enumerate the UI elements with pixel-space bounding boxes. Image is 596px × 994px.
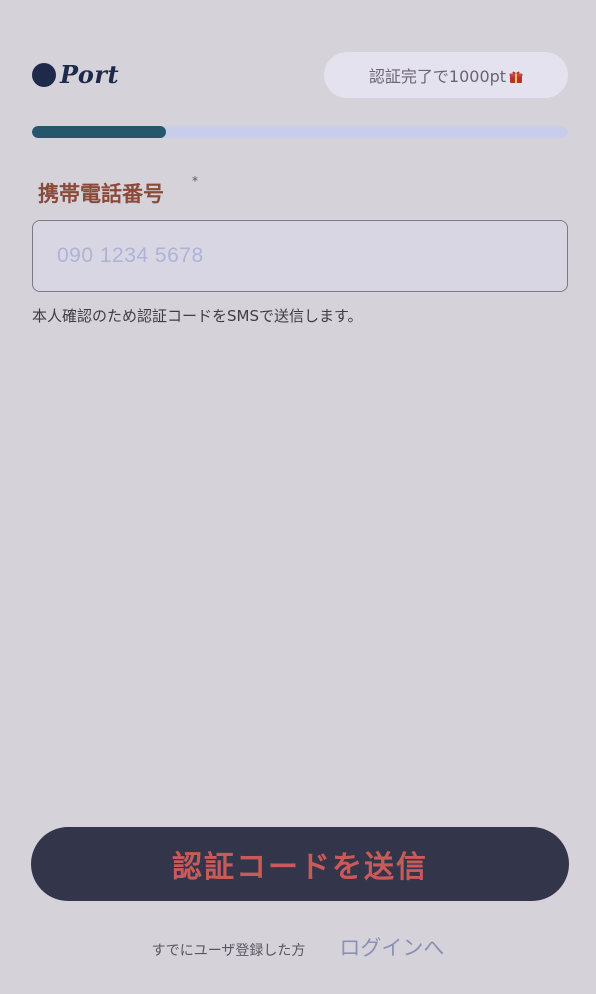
phone-input[interactable] [32, 220, 568, 292]
required-mark: * [192, 174, 198, 188]
progress-bar [32, 126, 568, 138]
reward-badge: 認証完了で1000pt [324, 52, 568, 98]
header: Port 認証完了で1000pt [32, 52, 568, 98]
logo-dot-icon [32, 62, 56, 87]
progress-fill [32, 126, 166, 138]
phone-label: 携帯電話番号 [38, 182, 164, 206]
logo-text: Port [60, 60, 120, 89]
gift-icon [509, 69, 523, 83]
logo: Port [32, 60, 119, 89]
footer: すでにユーザ登録した方 ログインへ [0, 932, 596, 962]
login-link[interactable]: ログインへ [339, 932, 444, 962]
send-code-button[interactable]: 認証コードを送信 [31, 827, 569, 901]
reward-text: 認証完了で1000pt [368, 67, 507, 86]
helper-text: 本人確認のため認証コードをSMSで送信します。 [32, 307, 363, 325]
registered-text: すでにユーザ登録した方 [151, 943, 306, 959]
